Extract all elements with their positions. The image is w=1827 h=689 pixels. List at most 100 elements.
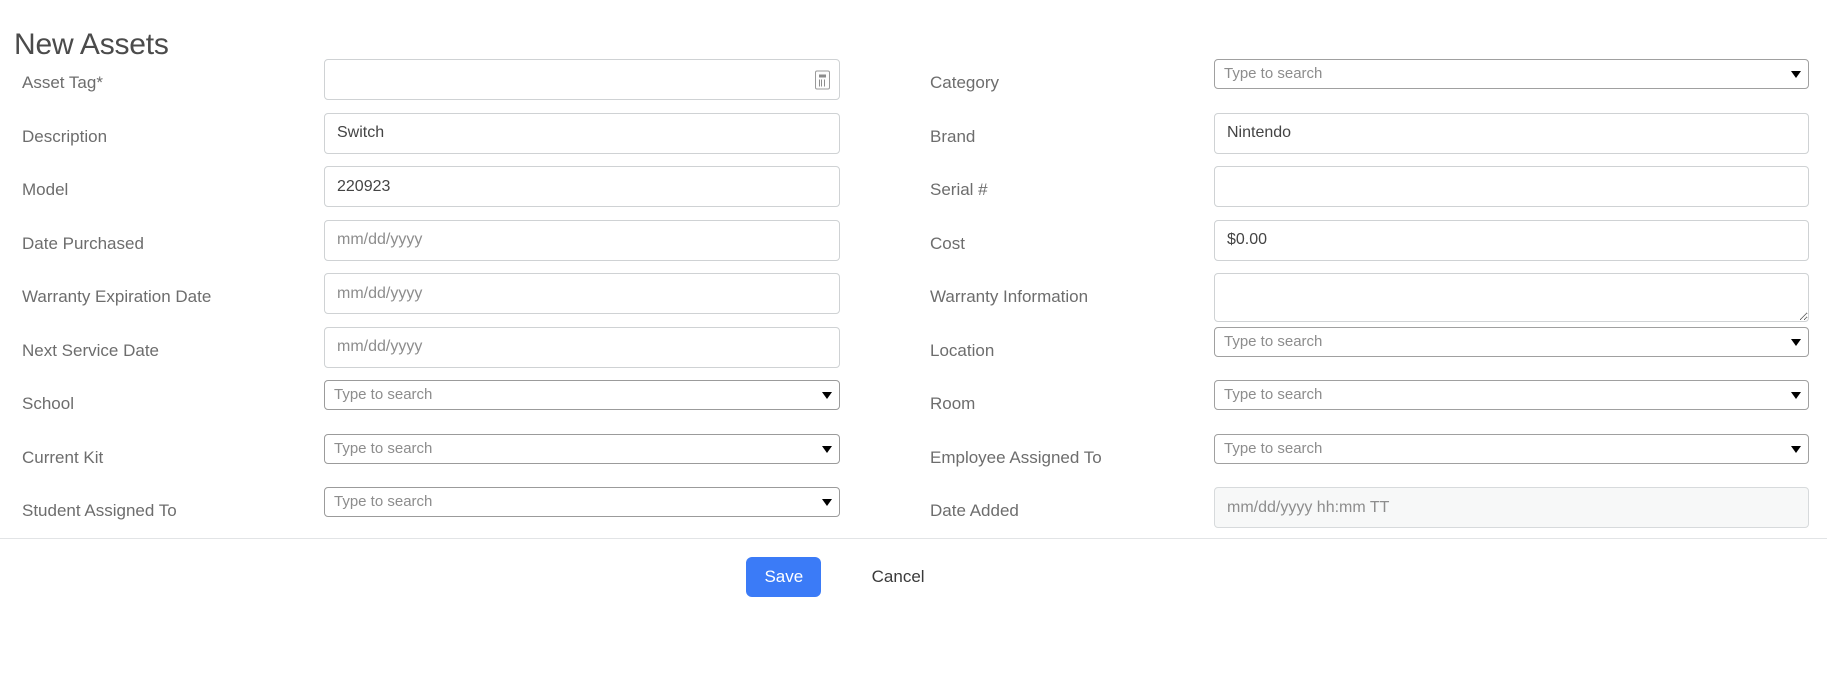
field-current-kit: Current Kit Type to search [0, 430, 910, 484]
model-input[interactable] [324, 166, 840, 207]
field-room: Room Type to search [910, 376, 1827, 430]
next-service-date-input[interactable] [324, 326, 840, 368]
chevron-down-icon[interactable] [1791, 392, 1801, 399]
student-assigned-to-select[interactable]: Type to search [324, 487, 840, 517]
current-kit-control: Type to search [324, 433, 840, 464]
brand-label: Brand [930, 126, 976, 146]
date-added-input [1214, 487, 1809, 528]
cost-label: Cost [930, 233, 965, 253]
description-input[interactable] [324, 112, 840, 154]
form-row: Next Service Date Location Type to search [0, 323, 1827, 377]
next-service-date-label: Next Service Date [22, 340, 159, 360]
chevron-down-icon[interactable] [822, 499, 832, 506]
school-label: School [22, 394, 74, 413]
employee-assigned-to-select[interactable]: Type to search [1214, 433, 1809, 464]
asset-form-scroll-area[interactable]: Asset Tag* Category Type to search Descript… [0, 55, 1827, 538]
asset-tag-input[interactable] [324, 59, 840, 100]
field-description: Description [0, 109, 910, 163]
form-column-right: Cost [910, 216, 1827, 270]
location-label: Location [930, 340, 995, 360]
school-control: Type to search [324, 380, 840, 410]
asset-tag-input-wrapper [324, 59, 840, 100]
cancel-button[interactable]: Cancel [872, 557, 925, 597]
field-employee-assigned-to: Employee Assigned To Type to search [910, 430, 1827, 484]
field-model: Model [0, 162, 910, 216]
description-control [324, 112, 840, 154]
date-purchased-control [324, 219, 840, 261]
field-date-purchased: Date Purchased [0, 216, 910, 270]
serial-number-label: Serial # [930, 180, 988, 199]
chevron-down-icon[interactable] [822, 392, 832, 399]
form-column-left: Student Assigned To Type to search [0, 483, 910, 537]
model-control [324, 166, 840, 207]
form-row: Warranty Expiration Date Warranty Informa… [0, 269, 1827, 323]
field-category: Category Type to search [910, 55, 1827, 109]
location-control: Type to search [1214, 326, 1809, 357]
warranty-information-textarea[interactable] [1214, 273, 1809, 322]
field-next-service-date: Next Service Date [0, 323, 910, 377]
form-column-left: Model [0, 162, 910, 216]
school-select[interactable]: Type to search [324, 380, 840, 410]
form-column-right: Location Type to search [910, 323, 1827, 377]
employee-assigned-to-select-value: Type to search [1224, 439, 1323, 457]
employee-assigned-to-control: Type to search [1214, 433, 1809, 464]
warranty-expiration-date-label: Warranty Expiration Date [22, 287, 212, 306]
serial-number-input[interactable] [1214, 166, 1809, 207]
current-kit-label: Current Kit [22, 447, 104, 467]
barcode-scan-icon[interactable] [815, 70, 830, 89]
model-label: Model [22, 180, 69, 199]
form-row: School Type to search Room Type to search [0, 376, 1827, 430]
field-school: School Type to search [0, 376, 910, 430]
category-label: Category [930, 73, 999, 92]
chevron-down-icon[interactable] [822, 445, 832, 453]
footer-actions: Save Cancel [0, 557, 1671, 597]
warranty-information-label: Warranty Information [930, 287, 1089, 306]
room-label: Room [930, 394, 976, 413]
field-warranty-information: Warranty Information [910, 269, 1827, 323]
warranty-information-control [1214, 273, 1809, 322]
school-select-value: Type to search [334, 386, 433, 403]
room-select[interactable]: Type to search [1214, 380, 1809, 410]
field-date-added: Date Added [910, 483, 1827, 537]
new-assets-page: New Assets Asset Tag* Category Type to sea… [0, 0, 1827, 689]
form-row: Model Serial # [0, 162, 1827, 216]
field-cost: Cost [910, 216, 1827, 270]
form-column-left: Next Service Date [0, 323, 910, 377]
location-select-value: Type to search [1224, 332, 1323, 350]
employee-assigned-to-label: Employee Assigned To [930, 447, 1102, 467]
location-select[interactable]: Type to search [1214, 326, 1809, 357]
form-row: Student Assigned To Type to search Date Ad… [0, 483, 1827, 537]
form-column-left: Asset Tag* [0, 55, 910, 109]
current-kit-select-value: Type to search [334, 439, 433, 457]
save-button[interactable]: Save [746, 557, 822, 597]
chevron-down-icon[interactable] [1791, 338, 1801, 346]
category-control: Type to search [1214, 59, 1809, 89]
serial-number-control [1214, 166, 1809, 207]
form-row: Description Brand [0, 109, 1827, 163]
current-kit-select[interactable]: Type to search [324, 433, 840, 464]
form-column-left: Current Kit Type to search [0, 430, 910, 484]
student-assigned-to-label: Student Assigned To [22, 501, 177, 520]
chevron-down-icon[interactable] [1791, 445, 1801, 453]
date-purchased-input[interactable] [324, 219, 840, 261]
room-select-value: Type to search [1224, 386, 1323, 403]
form-column-left: School Type to search [0, 376, 910, 430]
date-purchased-label: Date Purchased [22, 233, 144, 253]
field-brand: Brand [910, 109, 1827, 163]
form-column-left: Warranty Expiration Date [0, 269, 910, 323]
form-column-right: Serial # [910, 162, 1827, 216]
cost-input[interactable] [1214, 219, 1809, 261]
field-student-assigned-to: Student Assigned To Type to search [0, 483, 910, 537]
cost-control [1214, 219, 1809, 261]
brand-input[interactable] [1214, 112, 1809, 154]
form-row: Current Kit Type to search Employee Assign… [0, 430, 1827, 484]
student-assigned-to-select-value: Type to search [334, 493, 433, 510]
form-row: Asset Tag* Category Type to search [0, 55, 1827, 109]
chevron-down-icon[interactable] [1791, 71, 1801, 78]
category-select[interactable]: Type to search [1214, 59, 1809, 89]
form-column-right: Room Type to search [910, 376, 1827, 430]
warranty-expiration-date-input[interactable] [324, 273, 840, 314]
form-column-left: Description [0, 109, 910, 163]
field-serial-number: Serial # [910, 162, 1827, 216]
form-column-right: Date Added [910, 483, 1827, 537]
